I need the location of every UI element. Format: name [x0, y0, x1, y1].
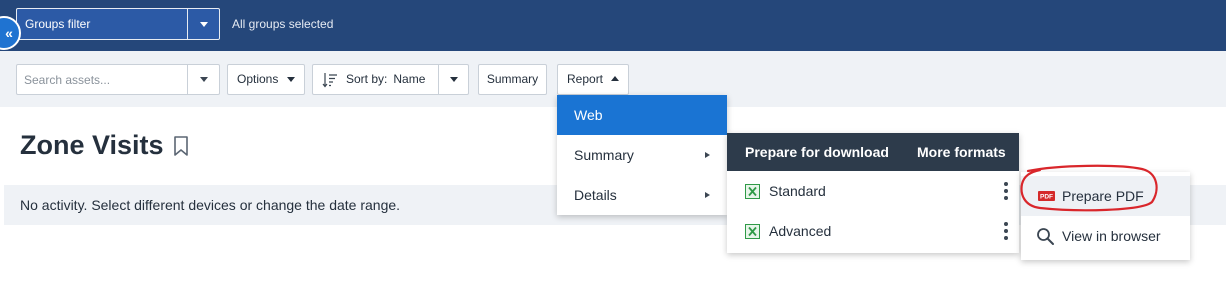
search-assets	[16, 64, 220, 95]
view-in-browser-label: View in browser	[1062, 228, 1161, 244]
sort-value: Name	[393, 72, 426, 86]
submenu-item-advanced[interactable]: Advanced	[727, 211, 1019, 251]
chevron-down-icon	[200, 77, 208, 82]
sort-by-button[interactable]: Sort by: Name	[313, 65, 438, 94]
summary-button[interactable]: Summary	[478, 64, 547, 95]
prepare-for-download-heading: Prepare for download	[745, 144, 889, 160]
submenu-item-label: Advanced	[769, 223, 832, 239]
svg-text:PDF: PDF	[1040, 194, 1053, 201]
menu-item-label: Web	[574, 107, 603, 123]
groups-filter-label: Groups filter	[25, 17, 91, 31]
chevron-down-icon	[200, 22, 208, 27]
search-dropdown-button[interactable]	[187, 65, 219, 94]
caret-right-icon	[705, 192, 710, 198]
top-bar: Groups filter All groups selected	[0, 0, 1226, 51]
caret-right-icon	[705, 152, 710, 158]
more-options-icon[interactable]	[1003, 181, 1009, 201]
excel-icon	[745, 184, 760, 199]
more-formats-heading: More formats	[917, 144, 1006, 160]
report-menu: Web Summary Details	[557, 95, 727, 215]
magnifier-icon	[1037, 228, 1054, 245]
groups-filter-dropdown-button[interactable]	[187, 9, 219, 39]
sort-dropdown-button[interactable]	[438, 65, 468, 94]
sort-by-label: Sort by:	[346, 72, 388, 86]
submenu-header: Prepare for download More formats	[727, 133, 1019, 171]
report-menu-item-web[interactable]: Web	[557, 95, 727, 135]
report-menu-item-summary[interactable]: Summary	[557, 135, 727, 175]
prepare-pdf-item[interactable]: PDF Prepare PDF	[1021, 176, 1190, 216]
options-button[interactable]: Options	[227, 64, 305, 95]
submenu-item-label: Standard	[769, 183, 826, 199]
menu-item-label: Details	[574, 187, 617, 203]
page-title: Zone Visits	[20, 130, 164, 160]
pdf-icon: PDF	[1038, 191, 1055, 201]
prepare-pdf-label: Prepare PDF	[1062, 188, 1144, 204]
chevron-up-icon	[611, 76, 619, 81]
summary-submenu: Prepare for download More formats Standa…	[727, 133, 1019, 253]
groups-filter[interactable]: Groups filter	[16, 8, 220, 40]
more-formats-menu: PDF Prepare PDF View in browser	[1021, 172, 1190, 260]
menu-item-label: Summary	[574, 147, 634, 163]
report-button[interactable]: Report	[557, 64, 629, 95]
options-label: Options	[237, 72, 279, 86]
view-in-browser-item[interactable]: View in browser	[1021, 216, 1190, 256]
excel-icon	[745, 224, 760, 239]
sort-icon	[322, 72, 337, 87]
sort-control[interactable]: Sort by: Name	[312, 64, 469, 95]
groups-selection-status: All groups selected	[232, 17, 334, 31]
report-menu-item-details[interactable]: Details	[557, 175, 727, 215]
more-options-icon[interactable]	[1003, 221, 1009, 241]
bookmark-icon[interactable]	[171, 135, 191, 157]
report-label: Report	[567, 72, 604, 86]
submenu-item-standard[interactable]: Standard	[727, 171, 1019, 211]
search-input[interactable]	[17, 65, 187, 94]
chevron-down-icon	[287, 77, 295, 82]
chevron-down-icon	[450, 77, 458, 82]
